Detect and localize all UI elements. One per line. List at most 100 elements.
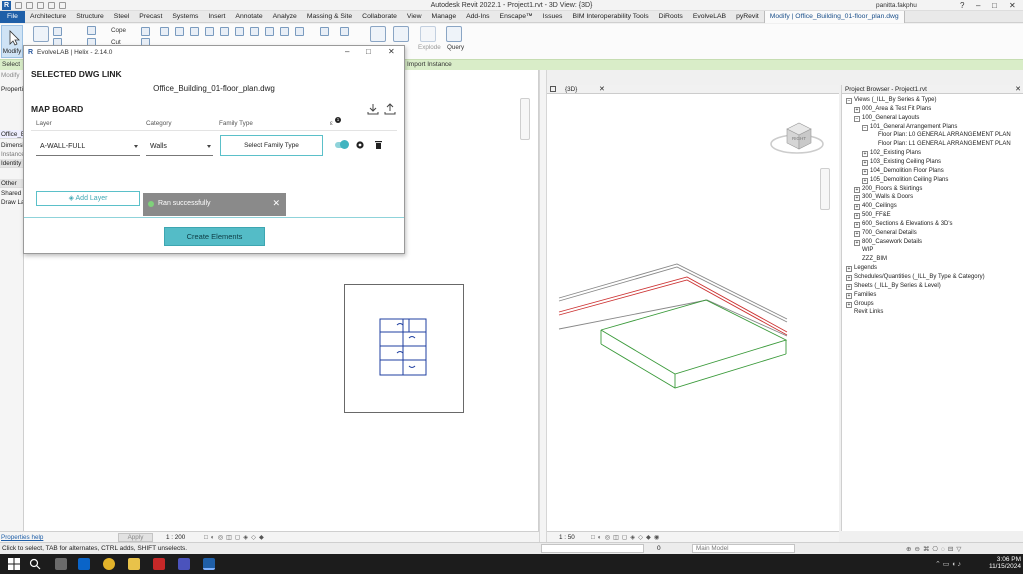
navigation-bar-3d[interactable] — [820, 168, 830, 210]
apply-button[interactable]: Apply — [118, 533, 153, 542]
category-select[interactable]: Walls — [146, 137, 213, 156]
tab-steel[interactable]: Steel — [109, 11, 135, 23]
tab-issues[interactable]: Issues — [538, 11, 568, 23]
tab-collaborate[interactable]: Collaborate — [357, 11, 402, 23]
rotate-icon[interactable] — [250, 27, 259, 36]
browser-item[interactable]: ZZZ_BIM — [854, 255, 887, 264]
scale-icon[interactable] — [340, 27, 349, 36]
view-icon[interactable] — [393, 26, 409, 42]
tab-annotate[interactable]: Annotate — [230, 11, 267, 23]
expand-icon[interactable]: + — [862, 177, 868, 184]
explode-label[interactable]: Explode — [418, 44, 441, 51]
array-icon[interactable] — [320, 27, 329, 36]
query-icon[interactable] — [446, 26, 462, 42]
browser-item[interactable]: +400_Ceilings — [854, 202, 897, 211]
file-explorer-icon[interactable] — [128, 558, 140, 570]
browser-item[interactable]: Revit Links — [846, 308, 883, 317]
expand-icon[interactable]: + — [862, 151, 868, 158]
cope-icon[interactable] — [87, 26, 96, 35]
tab-evolvelab[interactable]: EvolveLAB — [688, 11, 731, 23]
identity-group[interactable]: Identity D — [0, 159, 24, 168]
view-controls-icons-3d[interactable]: □◐◎◫◻◈◇◆◉ — [591, 534, 662, 541]
browser-item[interactable]: WIP — [854, 246, 873, 255]
browser-item[interactable]: + Schedules/Quantities (_ILL_By Type & Ca… — [846, 273, 985, 282]
info-badge[interactable]: 1 — [335, 117, 341, 123]
browser-item[interactable]: + Groups — [846, 300, 874, 309]
join-icon[interactable] — [141, 27, 150, 36]
3d-view[interactable]: RIGHT — [547, 94, 839, 531]
modify-button[interactable]: Modify — [1, 25, 23, 58]
gear-icon[interactable] — [355, 140, 365, 150]
tab-insert[interactable]: Insert — [203, 11, 230, 23]
pin-icon[interactable] — [295, 27, 304, 36]
close-icon[interactable]: ✕ — [1009, 1, 1016, 10]
expand-icon[interactable]: + — [854, 230, 860, 237]
clock[interactable]: 3:06 PM 11/15/2024 — [983, 556, 1021, 570]
download-icon[interactable] — [367, 103, 379, 115]
teams-icon[interactable] — [178, 558, 190, 570]
browser-item[interactable]: +700_General Details — [854, 229, 917, 238]
dimensions-group[interactable]: Dimensio — [1, 142, 23, 149]
offset-icon[interactable] — [190, 27, 199, 36]
expand-icon[interactable]: + — [846, 275, 852, 281]
cope-label[interactable]: Cope — [111, 27, 126, 34]
windows-start-icon[interactable] — [8, 558, 20, 570]
expand-icon[interactable]: + — [854, 221, 860, 228]
project-browser-close-icon[interactable]: ✕ — [1015, 85, 1021, 93]
tab-precast[interactable]: Precast — [134, 11, 167, 23]
tab-architecture[interactable]: Architecture — [25, 11, 71, 23]
tab-pyrevit[interactable]: pyRevit — [731, 11, 764, 23]
browser-item[interactable]: +500_FF&E — [854, 211, 891, 220]
chrome-icon[interactable] — [103, 558, 115, 570]
expand-icon[interactable]: + — [862, 168, 868, 175]
tab-file[interactable]: File — [0, 11, 25, 23]
expand-icon[interactable]: + — [846, 266, 852, 273]
expand-icon[interactable]: + — [862, 159, 868, 166]
browser-item[interactable]: +800_Casework Details — [854, 238, 922, 247]
tab-bim-interoperability-tools[interactable]: BIM Interoperability Tools — [567, 11, 653, 23]
expand-icon[interactable]: + — [846, 301, 852, 308]
expand-icon[interactable]: − — [846, 98, 852, 104]
revit-taskbar-icon[interactable] — [203, 558, 215, 570]
tab-massing-site[interactable]: Massing & Site — [302, 11, 357, 23]
expand-icon[interactable]: + — [846, 292, 852, 299]
minimize-icon[interactable]: – — [976, 1, 980, 10]
search-icon[interactable] — [29, 558, 41, 570]
expand-icon[interactable]: + — [854, 186, 860, 193]
view-splitter[interactable] — [539, 70, 547, 542]
help-icon[interactable]: ? — [960, 1, 964, 10]
tab-enscape[interactable]: Enscape™ — [495, 11, 538, 23]
delete-icon[interactable] — [370, 26, 386, 42]
mirror-icon[interactable] — [205, 27, 214, 36]
copy-icon[interactable] — [235, 27, 244, 36]
browser-item[interactable]: +103_Existing Ceiling Plans — [862, 158, 941, 167]
view-tab-close-icon[interactable]: ✕ — [599, 85, 605, 93]
view-controls-icons[interactable]: □◐◎◫◻◈◇◆ — [204, 534, 267, 541]
add-layer-button[interactable]: ◈ Add Layer — [36, 191, 140, 206]
design-option-dropdown[interactable]: Main Model — [692, 544, 795, 553]
maximize-icon[interactable]: □ — [992, 1, 997, 10]
workset-dropdown[interactable] — [541, 544, 644, 553]
browser-item[interactable]: + Legends — [846, 264, 877, 273]
browser-item[interactable]: + Families — [846, 291, 876, 300]
tab-modify-office-building-01-floor-plan-dwg[interactable]: Modify | Office_Building_01-floor_plan.d… — [763, 11, 905, 23]
user-name[interactable]: panitta.fakphu — [876, 2, 917, 9]
browser-item[interactable]: +105_Demolition Ceiling Plans — [862, 176, 948, 185]
expand-icon[interactable]: − — [862, 124, 868, 131]
browser-item[interactable]: +102_Existing Plans — [862, 149, 921, 158]
dialog-maximize-icon[interactable]: □ — [366, 47, 371, 56]
tab-systems[interactable]: Systems — [167, 11, 203, 23]
tab-view[interactable]: View — [402, 11, 427, 23]
browser-item[interactable]: +200_Floors & Skirtings — [854, 185, 922, 194]
browser-item[interactable]: +104_Demolition Floor Plans — [862, 167, 944, 176]
selection-filter-icons[interactable]: ⊕⊖⌘⎔◌⊟▽ — [906, 545, 964, 553]
properties-help-link[interactable]: Properties help — [1, 534, 43, 541]
upload-icon[interactable] — [384, 103, 396, 115]
expand-icon[interactable]: + — [854, 213, 860, 220]
browser-item[interactable]: + Sheets (_ILL_By Series & Level) — [846, 282, 941, 291]
view-scale[interactable]: 1 : 200 — [166, 534, 185, 541]
create-elements-button[interactable]: Create Elements — [164, 227, 265, 246]
navigation-bar[interactable] — [520, 98, 530, 140]
viewcube-face-label[interactable]: RIGHT — [792, 136, 806, 141]
instance-filter[interactable]: Instance — [1, 151, 23, 158]
